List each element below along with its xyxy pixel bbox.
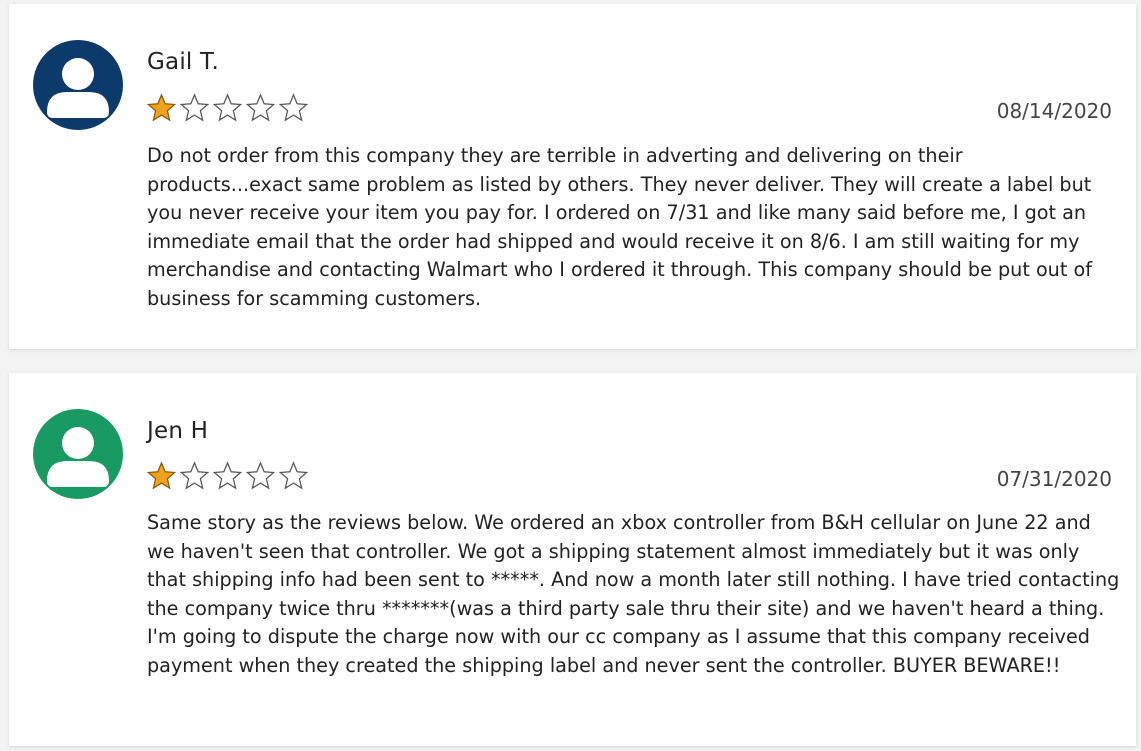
star-empty-icon: [245, 461, 276, 491]
reviewer-name[interactable]: Gail T.: [147, 49, 219, 75]
star-filled-icon: [146, 93, 177, 123]
star-empty-icon: [179, 93, 210, 123]
star-empty-icon: [212, 93, 243, 123]
star-empty-icon: [245, 93, 276, 123]
review-date: 08/14/2020: [996, 99, 1112, 123]
user-avatar-icon[interactable]: [33, 409, 123, 499]
star-empty-icon: [278, 93, 309, 123]
star-rating: [146, 93, 309, 123]
review-text: Same story as the reviews below. We orde…: [147, 511, 1120, 677]
user-avatar-icon[interactable]: [33, 40, 123, 130]
star-empty-icon: [278, 461, 309, 491]
review-date: 07/31/2020: [996, 467, 1112, 491]
review-card: Gail T. 08/14/2020 Do not order from thi…: [9, 4, 1136, 349]
review-text: Do not order from this company they are …: [147, 144, 1092, 310]
review-card: Jen H 07/31/2020 Same story as the revie…: [9, 373, 1136, 746]
star-empty-icon: [179, 461, 210, 491]
star-filled-icon: [146, 461, 177, 491]
star-empty-icon: [212, 461, 243, 491]
reviewer-name[interactable]: Jen H: [147, 418, 208, 444]
star-rating: [146, 461, 309, 491]
